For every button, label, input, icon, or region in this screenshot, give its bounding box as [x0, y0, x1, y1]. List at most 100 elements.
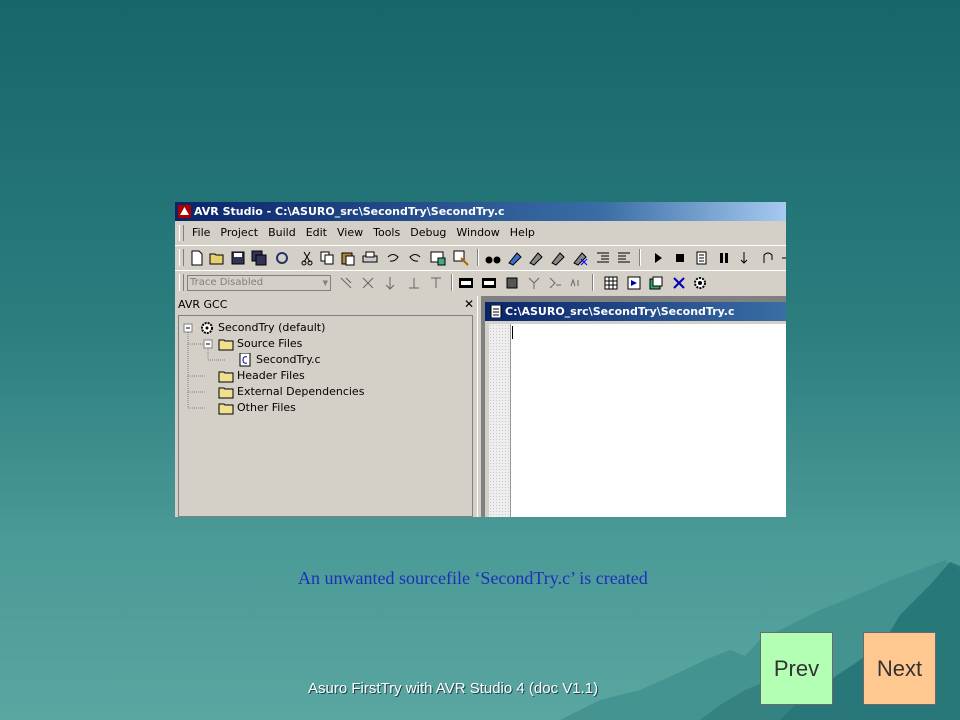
document-title-bar: C:\ASURO_src\SecondTry\SecondTry.c	[485, 302, 786, 321]
stop-icon[interactable]	[672, 250, 688, 266]
chip-icon[interactable]	[504, 275, 520, 291]
avr-button-icon[interactable]	[481, 275, 497, 291]
memory-window-icon[interactable]	[603, 275, 619, 291]
redo-icon[interactable]	[407, 250, 423, 266]
menu-edit[interactable]: Edit	[301, 223, 332, 243]
menu-bar: File Project Build Edit View Tools Debug…	[175, 223, 786, 243]
auto-step-icon[interactable]	[569, 275, 585, 291]
copy-icon[interactable]	[319, 250, 335, 266]
prev-button[interactable]: Prev	[760, 632, 833, 705]
chevron-down-icon[interactable]: ▼	[323, 276, 328, 290]
run-to-cursor-icon[interactable]	[780, 250, 786, 266]
menu-build[interactable]: Build	[263, 223, 301, 243]
tree-item-label: SecondTry.c	[256, 353, 321, 366]
editor-gutter[interactable]	[489, 324, 511, 517]
menu-debug[interactable]: Debug	[405, 223, 451, 243]
tree-item-header-files[interactable]: Header Files	[218, 368, 305, 384]
menu-tools[interactable]: Tools	[368, 223, 405, 243]
reset-icon[interactable]	[694, 250, 710, 266]
io-view-icon[interactable]	[648, 275, 664, 291]
menu-help[interactable]: Help	[505, 223, 540, 243]
gear-icon[interactable]	[692, 275, 708, 291]
close-icon[interactable]: ✕	[464, 296, 474, 313]
tree-item-other-files[interactable]: Other Files	[218, 400, 296, 416]
find-in-files-icon[interactable]	[430, 250, 446, 266]
code-editor[interactable]	[511, 324, 786, 517]
window-title: AVR Studio - C:\ASURO_src\SecondTry\Seco…	[194, 205, 505, 218]
cut-icon[interactable]	[299, 250, 315, 266]
tree-item-external-dependencies[interactable]: External Dependencies	[218, 384, 364, 400]
menu-window[interactable]: Window	[451, 223, 504, 243]
source-document-window: C:\ASURO_src\SecondTry\SecondTry.c	[485, 302, 786, 517]
workspace-pane-header: AVR GCC ✕	[175, 296, 477, 313]
trace-toggle-icon[interactable]	[338, 275, 354, 291]
open-folder-icon[interactable]	[209, 250, 225, 266]
folder-icon	[218, 387, 234, 399]
menu-file[interactable]: File	[187, 223, 215, 243]
tree-item-label: External Dependencies	[237, 385, 365, 398]
paste-icon[interactable]	[340, 250, 356, 266]
document-title: C:\ASURO_src\SecondTry\SecondTry.c	[505, 305, 735, 318]
tree-item-label: Other Files	[237, 401, 296, 414]
prev-button-label: Prev	[773, 655, 820, 681]
con-button-icon[interactable]	[458, 275, 474, 291]
next-button-label: Next	[876, 655, 923, 681]
trace-select-value: Trace Disabled	[190, 277, 264, 288]
save-all-icon[interactable]	[251, 250, 267, 266]
trace-tree-icon[interactable]	[526, 275, 542, 291]
folder-icon	[218, 403, 234, 415]
title-bar: AVR Studio - C:\ASURO_src\SecondTry\Seco…	[175, 202, 786, 221]
replace-icon[interactable]	[453, 250, 469, 266]
bookmark-toggle-icon[interactable]	[507, 250, 523, 266]
watch-window-icon[interactable]	[626, 275, 642, 291]
tree-item-source-files[interactable]: Source Files	[218, 336, 302, 352]
step-into-icon[interactable]	[738, 250, 754, 266]
pause-icon[interactable]	[716, 250, 732, 266]
clear-bookmarks-icon[interactable]	[572, 250, 588, 266]
toolbar-grip[interactable]	[179, 249, 184, 266]
undo-icon[interactable]	[385, 250, 401, 266]
toolbar-grip[interactable]	[179, 274, 184, 291]
trace-clear-icon[interactable]	[360, 275, 376, 291]
tree-item-label: SecondTry (default)	[218, 321, 326, 334]
folder-icon	[218, 371, 234, 383]
trace-up-icon[interactable]	[428, 275, 444, 291]
trace-step-icon[interactable]	[547, 275, 563, 291]
standard-toolbar	[175, 245, 786, 270]
text-caret	[512, 326, 513, 339]
tree-item-project[interactable]: SecondTry (default)	[199, 320, 325, 336]
document-icon	[490, 305, 502, 318]
close-icon[interactable]	[671, 275, 687, 291]
tree-item-secondtry-c[interactable]: SecondTry.c	[237, 352, 321, 368]
avr-studio-app-icon	[178, 205, 191, 218]
avr-studio-screenshot: AVR Studio - C:\ASURO_src\SecondTry\Seco…	[175, 202, 786, 517]
new-file-icon[interactable]	[189, 250, 205, 266]
slide-footer: Asuro FirstTry with AVR Studio 4 (doc V1…	[308, 680, 599, 697]
workspace-pane-title: AVR GCC	[178, 298, 228, 311]
tree-item-label: Source Files	[237, 337, 303, 350]
binoculars-icon[interactable]	[485, 250, 501, 266]
menubar-grip[interactable]	[179, 225, 184, 241]
outdent-icon[interactable]	[616, 250, 632, 266]
project-tree: SecondTry (default) Source Files SecondT…	[178, 315, 473, 517]
debug-toolbar: Trace Disabled ▼	[175, 270, 786, 295]
project-gear-icon	[201, 322, 213, 334]
run-icon[interactable]	[650, 250, 666, 266]
save-icon[interactable]	[230, 250, 246, 266]
c-file-icon	[239, 353, 251, 367]
indent-icon[interactable]	[595, 250, 611, 266]
trace-select[interactable]: Trace Disabled ▼	[187, 275, 331, 291]
slide-caption: An unwanted sourcefile ‘SecondTry.c’ is …	[298, 568, 648, 588]
next-bookmark-icon[interactable]	[528, 250, 544, 266]
refresh-icon[interactable]	[274, 250, 290, 266]
trace-branch-icon[interactable]	[382, 275, 398, 291]
trace-down-icon[interactable]	[406, 275, 422, 291]
menu-project[interactable]: Project	[215, 223, 263, 243]
menu-view[interactable]: View	[332, 223, 368, 243]
next-button[interactable]: Next	[863, 632, 936, 705]
prev-bookmark-icon[interactable]	[550, 250, 566, 266]
print-icon[interactable]	[362, 250, 378, 266]
tree-item-label: Header Files	[237, 369, 305, 382]
folder-icon	[218, 339, 234, 351]
step-over-icon[interactable]	[760, 250, 776, 266]
